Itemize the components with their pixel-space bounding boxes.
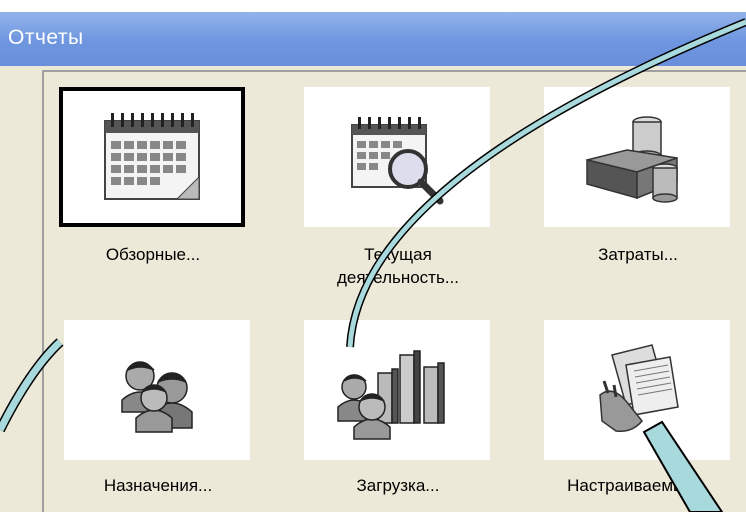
people-bar-chart-icon	[337, 350, 445, 440]
report-tile[interactable]	[64, 320, 250, 460]
report-tile[interactable]	[544, 320, 730, 460]
title-bar[interactable]: Отчеты	[0, 12, 746, 66]
report-tile[interactable]	[59, 87, 245, 227]
money-coins-icon	[586, 116, 678, 203]
reports-panel: Обзорные... Текущая деятельность... Затр…	[42, 70, 746, 512]
hand-documents-icon	[599, 344, 679, 433]
report-label-current-activity: Текущая деятельность...	[337, 245, 459, 287]
report-tile[interactable]	[544, 87, 730, 227]
people-icon	[121, 361, 193, 433]
window-title: Отчеты	[8, 26, 84, 49]
calendar-magnifier-icon	[351, 117, 444, 205]
report-tile[interactable]	[304, 87, 490, 227]
background-strip	[0, 0, 746, 12]
report-label-costs: Затраты...	[598, 245, 678, 264]
report-label-overview: Обзорные...	[105, 245, 201, 264]
reports-dialog: Отчеты Обзорные... Текущая деятельность.…	[0, 12, 746, 512]
calendar-icon	[104, 113, 200, 200]
report-label-assignments: Назначения...	[103, 476, 213, 495]
report-tile[interactable]	[304, 320, 490, 460]
report-label-workload: Загрузка...	[356, 476, 440, 495]
report-label-custom: Настраиваемые...	[567, 476, 709, 495]
screen: Отчеты Обзорные... Текущая деятельность.…	[0, 0, 746, 512]
